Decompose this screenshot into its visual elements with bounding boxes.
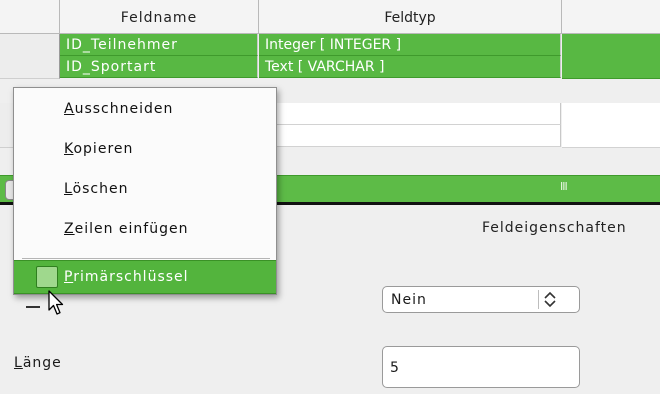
table-row[interactable]: ID_Sportart Text [ VARCHAR ]: [0, 56, 660, 79]
row-selector[interactable]: [0, 56, 60, 79]
field-properties-title: Feldeigenschaften: [482, 220, 627, 236]
menu-item-ausschneiden[interactable]: Ausschneiden: [14, 89, 276, 129]
row-selector-header: [0, 0, 60, 33]
field-name-cell[interactable]: ID_Sportart: [60, 56, 258, 78]
checkbox-icon[interactable]: [36, 266, 58, 288]
scroll-grip[interactable]: III: [560, 180, 568, 193]
menu-item-kopieren[interactable]: Kopieren: [14, 129, 276, 169]
menu-separator: [22, 258, 270, 259]
length-label: Länge: [14, 355, 62, 371]
menu-item-label: opieren: [73, 141, 134, 157]
combo-value: Nein: [391, 292, 427, 308]
mouse-pointer-icon: [48, 290, 64, 315]
menu-item-label: rimärschlüssel: [73, 269, 189, 285]
menu-item-label: eilen einfügen: [74, 221, 189, 237]
property-label-fragment: [26, 306, 40, 308]
column-header-feldname[interactable]: Feldname: [60, 0, 259, 33]
field-type-cell[interactable]: [259, 125, 561, 147]
length-label-mnemonic: L: [14, 355, 23, 371]
menu-item-zeilen-einfuegen[interactable]: Zeilen einfügen: [14, 209, 276, 249]
description-cell[interactable]: [562, 125, 660, 148]
description-cell[interactable]: [562, 103, 660, 126]
menu-mnemonic: P: [64, 269, 74, 285]
length-label-text: änge: [22, 355, 62, 371]
table-row[interactable]: ID_Teilnehmer Integer [ INTEGER ]: [0, 34, 660, 57]
row-selector[interactable]: [0, 34, 60, 57]
menu-item-loeschen[interactable]: Löschen: [14, 169, 276, 209]
field-type-cell[interactable]: Text [ VARCHAR ]: [259, 56, 561, 78]
auto-value-combobox[interactable]: Nein: [382, 286, 580, 313]
menu-item-primaerschluessel[interactable]: Primärschlüssel: [14, 260, 276, 294]
menu-mnemonic: Z: [64, 221, 75, 237]
spin-updown-icon[interactable]: [538, 290, 561, 309]
context-menu: Ausschneiden Kopieren Löschen Zeilen ein…: [13, 87, 277, 295]
column-header-feldtyp[interactable]: Feldtyp: [259, 0, 562, 33]
field-type-cell[interactable]: Integer [ INTEGER ]: [259, 34, 561, 56]
description-cell[interactable]: [562, 34, 660, 57]
menu-mnemonic: A: [64, 101, 75, 117]
field-name-cell[interactable]: ID_Teilnehmer: [60, 34, 258, 56]
table-header: Feldname Feldtyp: [0, 0, 660, 34]
menu-mnemonic: L: [64, 181, 73, 197]
length-value: 5: [390, 360, 399, 376]
menu-item-label: usschneiden: [74, 101, 174, 117]
description-cell[interactable]: [562, 56, 660, 79]
menu-item-label: öschen: [72, 181, 129, 197]
field-type-cell[interactable]: [259, 103, 561, 125]
length-input[interactable]: 5: [382, 346, 580, 388]
column-header-description[interactable]: [562, 0, 660, 33]
